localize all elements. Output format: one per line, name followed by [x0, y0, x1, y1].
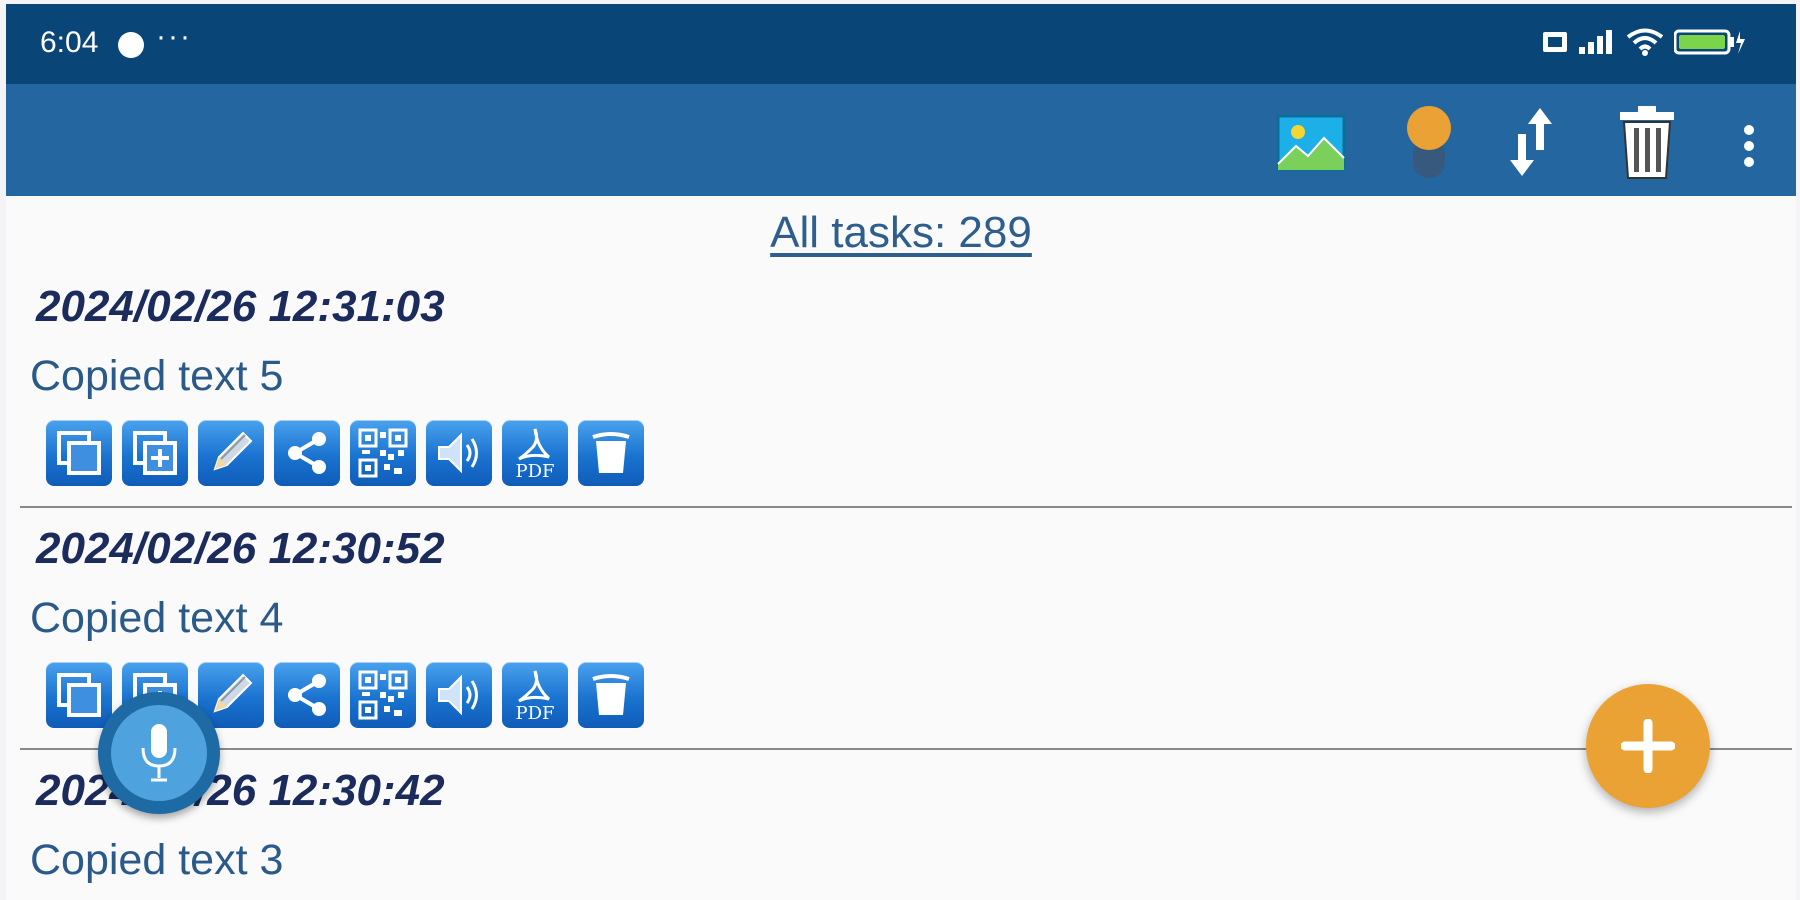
delete-icon [592, 674, 630, 715]
copy-button[interactable] [46, 420, 112, 486]
edit-icon [213, 673, 253, 713]
task-list: All tasks: 289 2024/02/26 12:31:03 Copie… [6, 196, 1796, 900]
battery-charging-icon [1674, 29, 1745, 55]
delete-icon [592, 432, 630, 473]
app-toolbar [6, 84, 1796, 196]
sim-icon [1543, 32, 1567, 52]
entry-date: 2024/02/26 12:31:03 [36, 282, 445, 331]
qr-code-button[interactable] [350, 662, 416, 728]
share-icon [288, 674, 326, 716]
signal-icon [1579, 30, 1612, 54]
plus-icon [1621, 719, 1675, 773]
edit-button[interactable] [198, 420, 264, 486]
entry-actions: PDF [46, 420, 644, 486]
speaker-icon [438, 674, 478, 716]
delete-button[interactable] [578, 420, 644, 486]
divider [20, 748, 1792, 750]
app-frame: 6:04 ··· All tasks: 289 2024/02/26 12:31… [6, 4, 1796, 900]
share-button[interactable] [274, 420, 340, 486]
pdf-button[interactable]: PDF [502, 420, 568, 486]
share-button[interactable] [274, 662, 340, 728]
copy-add-button[interactable] [122, 420, 188, 486]
theme-toggle-icon[interactable] [1404, 104, 1454, 180]
pdf-icon: PDF [515, 428, 555, 481]
pdf-icon: PDF [515, 670, 555, 723]
entry-text: Copied text 4 [30, 594, 284, 642]
trash-icon[interactable] [1618, 104, 1676, 180]
qr-code-button[interactable] [350, 420, 416, 486]
copy-icon [57, 673, 101, 717]
voice-input-button[interactable] [98, 692, 220, 814]
speak-button[interactable] [426, 420, 492, 486]
notification-dot-icon [118, 32, 144, 58]
status-more: ··· [156, 20, 192, 53]
speak-button[interactable] [426, 662, 492, 728]
copy-icon [57, 431, 101, 475]
all-tasks-link[interactable]: All tasks: 289 [6, 208, 1796, 258]
image-icon[interactable] [1276, 114, 1346, 172]
qr-code-icon [358, 428, 408, 478]
entry-text: Copied text 5 [30, 352, 284, 400]
entry-date: 2024/02/26 12:30:42 [36, 766, 445, 815]
microphone-icon [141, 724, 177, 782]
list-item[interactable]: 2024/02/26 12:31:03 Copied text 5 PDF [6, 282, 1790, 512]
divider [20, 506, 1792, 508]
overflow-menu-icon[interactable] [1742, 124, 1756, 168]
pdf-label: PDF [515, 461, 554, 481]
add-task-button[interactable] [1586, 684, 1710, 808]
share-icon [288, 432, 326, 474]
status-bar: 6:04 ··· [6, 4, 1796, 84]
delete-button[interactable] [578, 662, 644, 728]
copy-button[interactable] [46, 662, 112, 728]
entry-date: 2024/02/26 12:30:52 [36, 524, 445, 573]
speaker-icon [438, 432, 478, 474]
list-item[interactable]: 2024/02/26 12:30:42 Copied text 3 [6, 766, 1790, 900]
qr-code-icon [358, 670, 408, 720]
entry-text: Copied text 3 [30, 836, 284, 884]
status-icons [1542, 28, 1746, 56]
pdf-button[interactable]: PDF [502, 662, 568, 728]
list-item[interactable]: 2024/02/26 12:30:52 Copied text 4 PDF [6, 524, 1790, 754]
status-time: 6:04 [40, 26, 99, 59]
edit-icon [213, 431, 253, 471]
copy-add-icon [133, 431, 177, 475]
sort-icon[interactable] [1508, 106, 1554, 178]
wifi-icon [1626, 28, 1664, 56]
pdf-label: PDF [515, 703, 554, 723]
voice-input-inner [111, 705, 207, 801]
